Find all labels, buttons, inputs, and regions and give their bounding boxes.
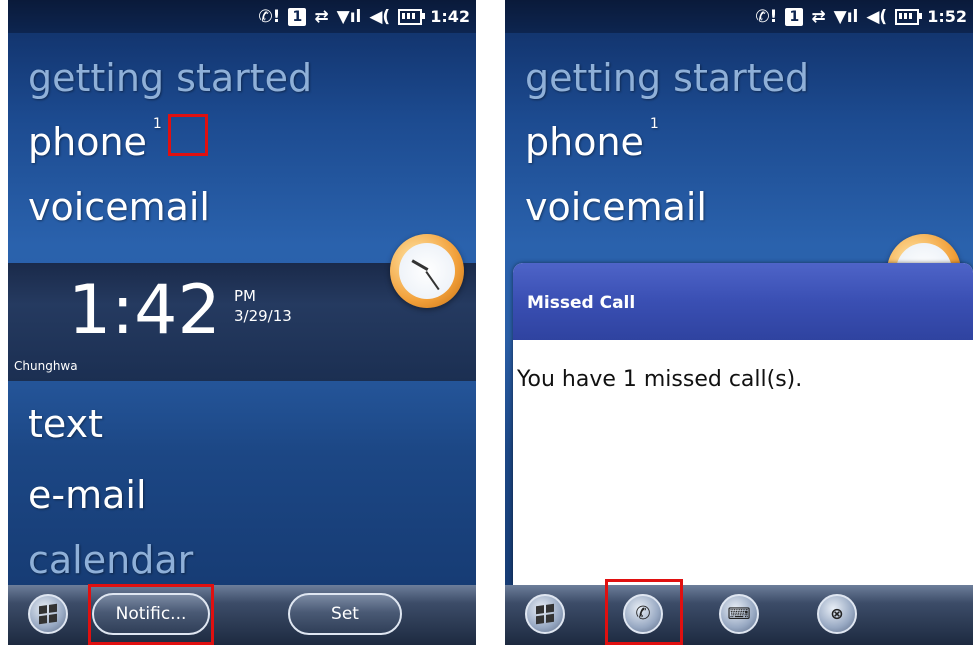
- set-softkey[interactable]: Set: [288, 593, 402, 635]
- dialog-header: Missed Call: [513, 263, 973, 340]
- highlight-box: [605, 579, 683, 645]
- battery-icon: [398, 8, 426, 25]
- volume-icon[interactable]: ◀(: [369, 7, 390, 27]
- data-sync-icon: ⇄: [314, 6, 329, 27]
- menu-voicemail[interactable]: voicemail: [28, 185, 210, 229]
- missed-call-icon[interactable]: ✆!: [258, 7, 280, 27]
- volume-icon[interactable]: ◀(: [866, 7, 887, 27]
- sim-1-icon: 1: [288, 7, 307, 26]
- dialog-message: You have 1 missed call(s).: [517, 367, 803, 392]
- keyboard-icon[interactable]: ⌨: [719, 594, 759, 634]
- signal-icon: ▼ıl: [833, 6, 859, 27]
- softkey-bar: ✆ ⌨ ⊗: [505, 585, 973, 645]
- data-sync-icon: ⇄: [811, 6, 826, 27]
- phone-missed-badge: 1: [649, 116, 659, 132]
- status-bar[interactable]: ✆! 1 ⇄ ▼ıl ◀( 1:52: [505, 0, 973, 33]
- status-time[interactable]: 1:52: [927, 7, 967, 26]
- menu-getting-started[interactable]: getting started: [28, 56, 312, 100]
- start-icon[interactable]: [28, 594, 68, 634]
- clock-icon: [390, 234, 464, 308]
- missed-call-icon[interactable]: ✆!: [755, 7, 777, 27]
- highlight-box: [88, 584, 214, 645]
- start-icon[interactable]: [525, 594, 565, 634]
- menu-phone[interactable]: phone 1: [525, 116, 659, 164]
- phone-missed-badge: 1: [152, 116, 162, 132]
- highlight-box: [168, 114, 208, 156]
- softkey-bar: Notific... Set: [8, 585, 476, 645]
- carrier-name: Chunghwa: [14, 359, 78, 373]
- menu-phone[interactable]: phone 1: [28, 116, 162, 164]
- clock-time: 1:42: [68, 271, 221, 350]
- sim-1-icon: 1: [785, 7, 804, 26]
- menu-email[interactable]: e-mail: [28, 473, 147, 517]
- home-screen-left: ✆! 1 ⇄ ▼ıl ◀( 1:42 getting started phone…: [8, 0, 476, 645]
- dialog-title: Missed Call: [527, 293, 636, 313]
- menu-getting-started[interactable]: getting started: [525, 56, 809, 100]
- menu-phone-label: phone: [525, 120, 644, 164]
- battery-icon: [895, 8, 923, 25]
- menu-calendar[interactable]: calendar: [28, 538, 193, 582]
- status-bar[interactable]: ✆! 1 ⇄ ▼ıl ◀( 1:42: [8, 0, 476, 33]
- menu-text[interactable]: text: [28, 402, 103, 446]
- menu-phone-label: phone: [28, 120, 147, 164]
- dismiss-notification-icon[interactable]: ⊗: [817, 594, 857, 634]
- home-screen-right: ✆! 1 ⇄ ▼ıl ◀( 1:52 getting started phone…: [505, 0, 973, 645]
- menu-voicemail[interactable]: voicemail: [525, 185, 707, 229]
- clock-ampm: PM: [234, 287, 256, 305]
- missed-call-dialog[interactable]: Missed Call You have 1 missed call(s).: [513, 263, 973, 585]
- clock-date: 3/29/13: [234, 307, 292, 325]
- signal-icon: ▼ıl: [336, 6, 362, 27]
- status-time[interactable]: 1:42: [430, 7, 470, 26]
